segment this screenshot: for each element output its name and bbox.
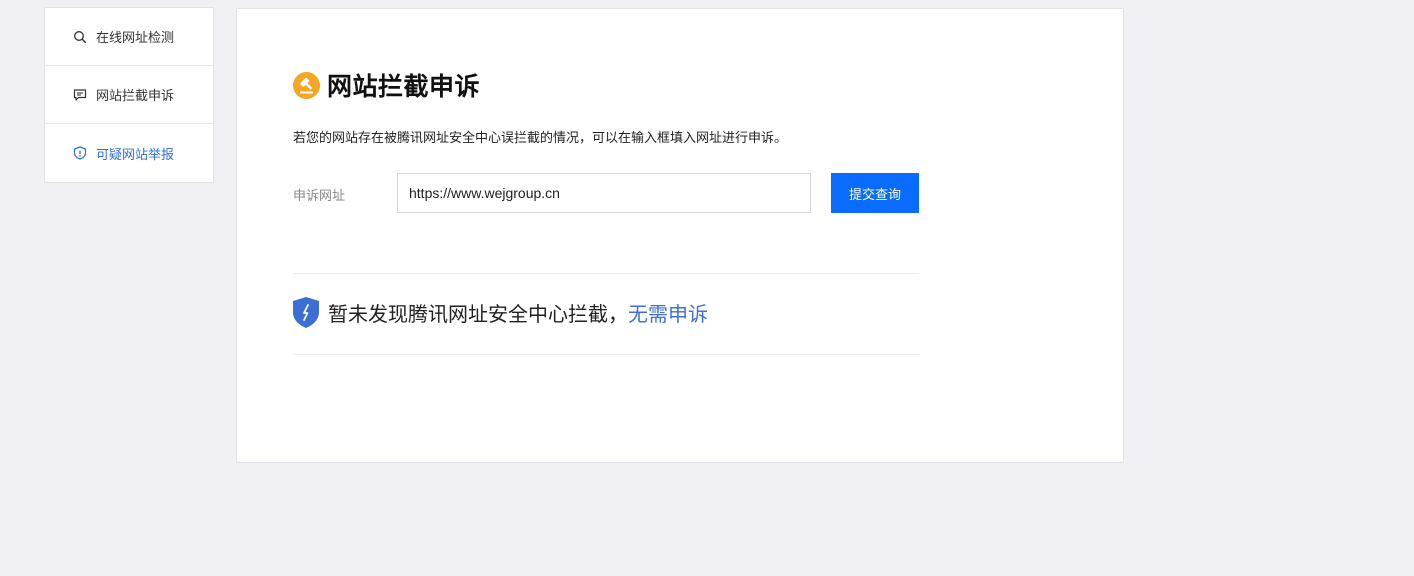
chat-bubble-icon	[73, 88, 87, 102]
shield-alert-icon	[73, 146, 87, 160]
submit-query-button[interactable]: 提交查询	[831, 173, 919, 213]
sidebar-item-label: 网站拦截申诉	[96, 89, 175, 104]
sidebar-item-appeal[interactable]: 网站拦截申诉	[45, 66, 213, 124]
url-field-label: 申诉网址	[293, 189, 346, 204]
sidebar-item-url-check[interactable]: 在线网址检测	[45, 8, 213, 66]
gavel-icon	[293, 71, 320, 99]
page-title: 网站拦截申诉	[327, 72, 481, 101]
page-header: 网站拦截申诉	[293, 67, 480, 103]
sidebar-item-label: 可疑网站举报	[96, 147, 175, 163]
divider	[293, 273, 919, 274]
no-appeal-needed-link[interactable]: 无需申诉	[628, 298, 708, 327]
divider	[293, 354, 919, 355]
search-icon	[73, 30, 87, 44]
result-text: 暂未发现腾讯网址安全中心拦截，	[328, 302, 628, 326]
sidebar-nav: 在线网址检测 网站拦截申诉 可疑网站举报	[44, 7, 214, 183]
page-description: 若您的网站存在被腾讯网址安全中心误拦截的情况，可以在输入框填入网址进行申诉。	[293, 131, 788, 146]
sidebar-item-report[interactable]: 可疑网站举报	[45, 124, 213, 182]
appeal-url-input[interactable]	[397, 173, 811, 213]
shield-check-icon	[293, 297, 319, 328]
appeal-panel: 网站拦截申诉 若您的网站存在被腾讯网址安全中心误拦截的情况，可以在输入框填入网址…	[236, 8, 1124, 463]
result-message: 暂未发现腾讯网址安全中心拦截， 无需申诉	[293, 297, 708, 328]
sidebar-item-label: 在线网址检测	[96, 31, 175, 46]
